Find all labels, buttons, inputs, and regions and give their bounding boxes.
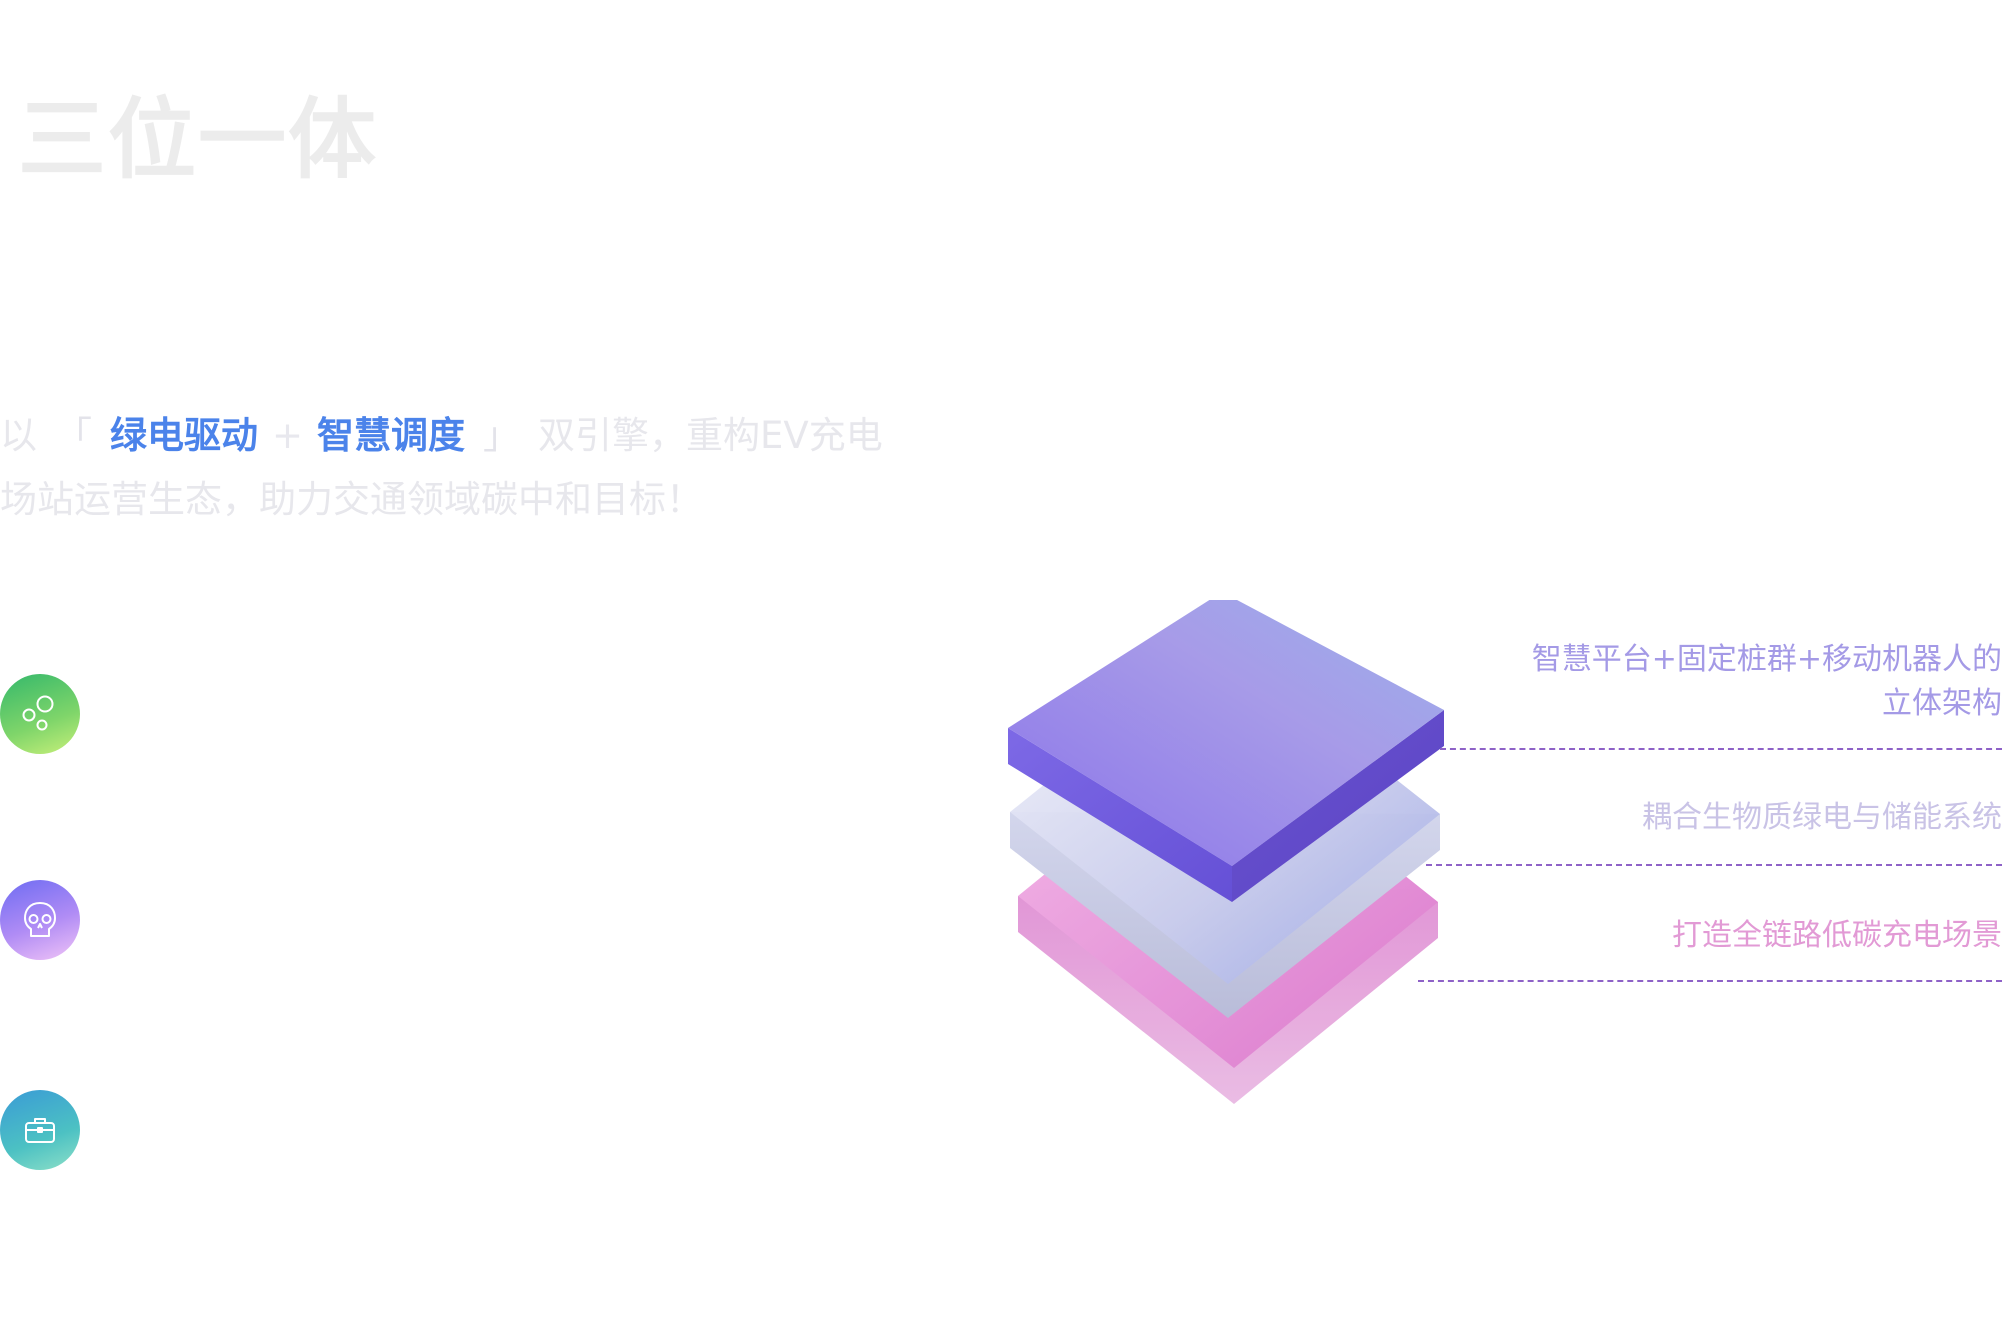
briefcase-icon <box>25 1118 55 1143</box>
intro-line-2: 场站运营生态，助力交通领域碳中和目标！ <box>0 478 703 521</box>
skull-icon <box>24 902 56 937</box>
intro-bracket-close: 」 <box>483 414 521 457</box>
page-title: 三位一体 <box>18 87 379 191</box>
layer-label-architecture-line1: 智慧平台+固定桩群+移动机器人的 <box>1531 642 2002 677</box>
intro-prefix: 以 <box>0 414 37 457</box>
intro-bracket-open: 「 <box>55 414 92 457</box>
intro-highlight-smart-dispatch: 智慧调度 <box>317 414 466 457</box>
layer-divider-1 <box>1440 748 2002 750</box>
intro-line-1: 以「绿电驱动 + 智慧调度」双引擎，重构EV充电 <box>0 404 930 468</box>
feature-briefcase-badge <box>0 1090 80 1170</box>
bubbles-icon <box>22 695 54 731</box>
feature-bubbles-badge <box>0 674 80 754</box>
layer-label-architecture: 智慧平台+固定桩群+移动机器人的 立体架构 <box>1532 638 2002 726</box>
intro-paragraph: 以「绿电驱动 + 智慧调度」双引擎，重构EV充电 场站运营生态，助力交通领域碳中和目… <box>0 404 930 532</box>
layer-divider-3 <box>1418 980 2002 982</box>
feature-skull-badge <box>0 880 80 960</box>
layer-stack-illustration <box>1008 600 1444 1104</box>
layer-label-biomass-storage: 耦合生物质绿电与储能系统 <box>1642 800 2002 835</box>
layer-label-architecture-line2: 立体架构 <box>1882 686 2002 721</box>
layer-label-low-carbon-scene: 打造全链路低碳充电场景 <box>1672 918 2002 953</box>
layer-divider-2 <box>1426 864 2002 866</box>
intro-highlight-green-power: 绿电驱动 <box>110 414 258 457</box>
intro-line1-suffix: 双引擎，重构EV充电 <box>538 414 883 457</box>
intro-plus: + <box>272 414 304 457</box>
